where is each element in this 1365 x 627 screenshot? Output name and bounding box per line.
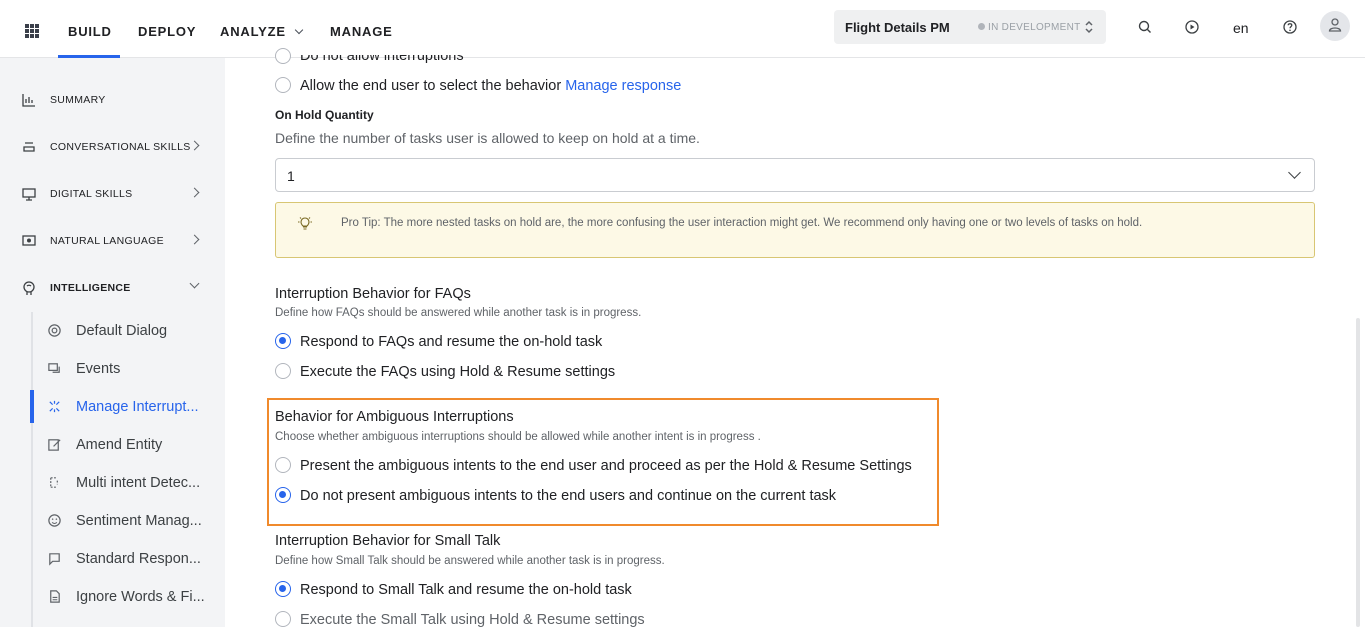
sidebar-subitem-label: Sentiment Manag... xyxy=(76,513,202,529)
sidebar-subitem-manage-interruptions[interactable]: Manage Interrupt... xyxy=(33,388,225,426)
events-icon xyxy=(48,363,60,373)
chevron-down-icon xyxy=(189,278,200,289)
sidebar-subitem-sentiment[interactable]: Sentiment Manag... xyxy=(33,502,225,540)
sidebar-item-conversational-skills[interactable]: CONVERSATIONAL SKILLS xyxy=(0,137,225,157)
smiley-icon xyxy=(48,514,61,527)
sidebar-item-label: CONVERSATIONAL SKILLS xyxy=(50,141,191,153)
radio-faqs-execute[interactable] xyxy=(275,363,291,379)
interrupt-icon xyxy=(49,400,60,413)
nlp-icon xyxy=(22,235,36,246)
chevron-down-icon xyxy=(1288,166,1301,179)
sidebar-subitem-label: Amend Entity xyxy=(76,437,163,453)
avatar[interactable] xyxy=(1320,11,1350,41)
sidebar-subitem-label: Standard Respon... xyxy=(76,551,201,567)
faqs-section-title: Interruption Behavior for FAQs xyxy=(275,286,471,302)
sidebar-item-summary[interactable]: SUMMARY xyxy=(0,90,225,110)
status-dot-icon xyxy=(978,23,985,30)
bot-status-badge: IN DEVELOPMENT xyxy=(978,22,1081,33)
play-circle-icon[interactable] xyxy=(1184,19,1200,35)
option-allow-end-user: Allow the end user to select the behavio… xyxy=(300,78,681,94)
search-icon[interactable] xyxy=(1137,19,1153,35)
small-talk-section-description: Define how Small Talk should be answered… xyxy=(275,555,665,567)
manage-response-link[interactable]: Manage response xyxy=(565,78,681,94)
radio-do-not-allow[interactable] xyxy=(275,48,291,64)
sidebar-subitem-label: Multi intent Detec... xyxy=(76,475,201,491)
dialog-icon xyxy=(48,324,61,337)
nav-analyze[interactable]: ANALYZE xyxy=(220,24,304,39)
sidebar-item-natural-language[interactable]: NATURAL LANGUAGE xyxy=(0,231,225,251)
small-talk-section-title: Interruption Behavior for Small Talk xyxy=(275,533,501,549)
sidebar-subitem-events[interactable]: Events xyxy=(33,350,225,388)
stack-icon xyxy=(23,142,35,152)
apps-grid-icon[interactable] xyxy=(25,24,39,38)
radio-ambiguous-do-not-present[interactable] xyxy=(275,487,291,503)
chat-icon xyxy=(49,553,60,566)
option-faqs-respond-label: Respond to FAQs and resume the on-hold t… xyxy=(300,334,603,350)
chevron-right-icon xyxy=(189,234,200,245)
multi-intent-icon xyxy=(50,477,58,488)
option-ambiguous-do-not-present-label: Do not present ambiguous intents to the … xyxy=(300,488,837,504)
nav-analyze-label: ANALYZE xyxy=(220,24,286,39)
lightbulb-icon xyxy=(298,217,312,230)
sidebar-item-intelligence[interactable]: INTELLIGENCE xyxy=(0,278,225,298)
chevron-down-icon xyxy=(294,25,304,35)
bar-chart-icon xyxy=(22,94,35,107)
sidebar-item-label: SUMMARY xyxy=(50,94,106,106)
chevron-right-icon xyxy=(189,187,200,198)
sidebar: SUMMARY CONVERSATIONAL SKILLS DIGITAL SK… xyxy=(0,58,225,627)
sidebar-subitem-amend-entity[interactable]: Amend Entity xyxy=(33,426,225,464)
bot-selector[interactable]: Flight Details PM IN DEVELOPMENT xyxy=(834,10,1106,44)
on-hold-title: On Hold Quantity xyxy=(275,108,374,122)
nav-manage[interactable]: MANAGE xyxy=(330,24,393,39)
nav-deploy[interactable]: DEPLOY xyxy=(138,24,196,39)
sidebar-item-digital-skills[interactable]: DIGITAL SKILLS xyxy=(0,184,225,204)
radio-ambiguous-present[interactable] xyxy=(275,457,291,473)
radio-faqs-respond[interactable] xyxy=(275,333,291,349)
sidebar-subitem-label: Ignore Words & Fi... xyxy=(76,589,205,605)
sort-updown-icon xyxy=(1085,20,1093,34)
on-hold-quantity-value: 1 xyxy=(287,168,295,184)
main-scrollbar[interactable] xyxy=(1356,318,1360,627)
radio-small-talk-execute[interactable] xyxy=(275,611,291,627)
sidebar-item-label: NATURAL LANGUAGE xyxy=(50,235,164,247)
option-ambiguous-present-label: Present the ambiguous intents to the end… xyxy=(300,458,912,474)
help-icon[interactable] xyxy=(1282,19,1298,35)
nav-build[interactable]: BUILD xyxy=(68,24,112,39)
sidebar-subitem-ignore-words[interactable]: Ignore Words & Fi... xyxy=(33,578,225,616)
top-navigation-bar: BUILD DEPLOY ANALYZE MANAGE Flight Detai… xyxy=(0,0,1365,58)
radio-small-talk-respond[interactable] xyxy=(275,581,291,597)
sidebar-subitem-label: Default Dialog xyxy=(76,323,168,339)
sidebar-item-label: INTELLIGENCE xyxy=(50,282,131,294)
ambiguous-section-description: Choose whether ambiguous interruptions s… xyxy=(275,431,761,443)
sidebar-item-label: DIGITAL SKILLS xyxy=(50,188,133,200)
option-allow-end-user-label: Allow the end user to select the behavio… xyxy=(300,78,562,94)
radio-allow-end-user[interactable] xyxy=(275,77,291,93)
bot-status-text: IN DEVELOPMENT xyxy=(988,22,1081,33)
on-hold-description: Define the number of tasks user is allow… xyxy=(275,130,700,146)
sidebar-subitem-standard-responses[interactable]: Standard Respon... xyxy=(33,540,225,578)
sidebar-subitem-multi-intent[interactable]: Multi intent Detec... xyxy=(33,464,225,502)
edit-icon xyxy=(48,439,61,451)
language-selector[interactable]: en xyxy=(1233,20,1249,36)
option-small-talk-execute-label: Execute the Small Talk using Hold & Resu… xyxy=(300,612,645,627)
bot-name: Flight Details PM xyxy=(845,20,950,35)
sidebar-subitem-label: Events xyxy=(76,361,121,377)
monitor-icon xyxy=(22,188,36,201)
faqs-section-description: Define how FAQs should be answered while… xyxy=(275,307,642,319)
on-hold-quantity-select[interactable]: 1 xyxy=(275,158,1315,192)
document-icon xyxy=(50,590,60,603)
pro-tip-box: Pro Tip: The more nested tasks on hold a… xyxy=(275,202,1315,258)
sidebar-subitem-default-dialog[interactable]: Default Dialog xyxy=(33,312,225,350)
option-faqs-execute-label: Execute the FAQs using Hold & Resume set… xyxy=(300,364,616,380)
user-icon xyxy=(1328,18,1342,32)
chevron-right-icon xyxy=(189,140,200,151)
option-small-talk-respond-label: Respond to Small Talk and resume the on-… xyxy=(300,582,632,598)
ambiguous-section-title: Behavior for Ambiguous Interruptions xyxy=(275,409,514,425)
sidebar-subitem-label: Manage Interrupt... xyxy=(76,399,199,415)
pro-tip-text: Pro Tip: The more nested tasks on hold a… xyxy=(341,217,1143,229)
brain-icon xyxy=(23,281,35,295)
